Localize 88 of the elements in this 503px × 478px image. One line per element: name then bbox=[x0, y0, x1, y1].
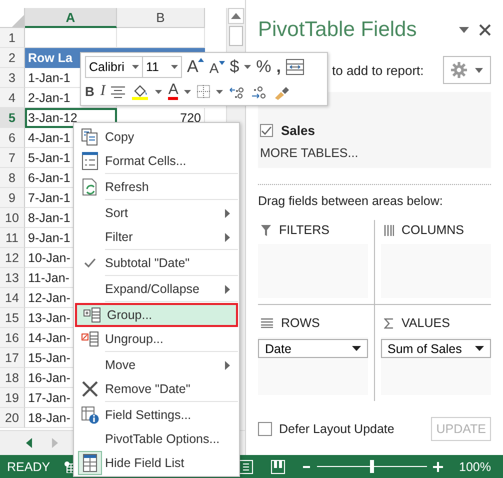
row-number[interactable]: 11 bbox=[0, 228, 25, 248]
row-number[interactable]: 6 bbox=[0, 128, 25, 148]
columns-icon bbox=[384, 224, 394, 236]
area-title: COLUMNS bbox=[402, 223, 464, 237]
drop-area[interactable]: Sum of Sales bbox=[380, 337, 491, 395]
row-number[interactable]: 4 bbox=[0, 88, 25, 108]
remove-icon bbox=[82, 381, 98, 397]
field-checkbox[interactable] bbox=[260, 124, 273, 137]
row-number[interactable]: 1 bbox=[0, 28, 25, 48]
font-color-caret-icon[interactable] bbox=[184, 90, 192, 94]
row-number[interactable]: 13 bbox=[0, 268, 25, 288]
font-color-button[interactable]: A bbox=[168, 83, 178, 100]
borders-caret-icon[interactable] bbox=[216, 90, 224, 94]
defer-checkbox[interactable] bbox=[258, 422, 272, 436]
gear-icon bbox=[451, 62, 467, 78]
fill-color-icon[interactable] bbox=[131, 84, 150, 100]
drop-area[interactable]: Date bbox=[258, 337, 368, 395]
close-icon[interactable] bbox=[479, 24, 491, 36]
previous-sheet-icon[interactable] bbox=[26, 438, 32, 448]
currency-button[interactable]: $ bbox=[230, 56, 240, 76]
row-number[interactable]: 19 bbox=[0, 388, 25, 408]
group-icon bbox=[83, 307, 101, 323]
shrink-font-button[interactable]: A bbox=[209, 60, 225, 76]
menu-item[interactable]: PivotTable Options... bbox=[75, 427, 238, 451]
defer-label[interactable]: Defer Layout Update bbox=[279, 422, 424, 436]
caret-icon bbox=[352, 346, 360, 351]
menu-item[interactable]: Group... bbox=[75, 303, 238, 327]
down-arrow-icon bbox=[218, 61, 225, 65]
font-size-dropdown[interactable]: 11 bbox=[142, 56, 182, 78]
up-arrow-icon bbox=[198, 58, 204, 62]
zoom-slider-thumb[interactable] bbox=[370, 460, 374, 473]
caret-icon bbox=[475, 68, 483, 72]
row-number[interactable]: 10 bbox=[0, 208, 25, 228]
row-number[interactable]: 3 bbox=[0, 68, 25, 88]
drag-hint: Drag fields between areas below: bbox=[258, 194, 444, 208]
area-title: FILTERS bbox=[279, 223, 330, 237]
area-title: VALUES bbox=[402, 316, 450, 330]
scroll-up-icon[interactable] bbox=[231, 13, 242, 19]
sigma-icon bbox=[384, 318, 394, 328]
row-number[interactable]: 8 bbox=[0, 168, 25, 188]
percent-button[interactable]: % bbox=[256, 56, 272, 76]
caret-icon bbox=[171, 64, 178, 68]
wrap-text-icon[interactable] bbox=[286, 58, 304, 74]
caret-icon bbox=[475, 346, 484, 351]
caret-icon bbox=[132, 64, 139, 68]
field-label[interactable]: Sales bbox=[281, 123, 315, 138]
area-field-dropdown[interactable]: Sum of Sales bbox=[380, 339, 491, 358]
status-mode: READY bbox=[7, 460, 50, 474]
row-number[interactable]: 20 bbox=[0, 408, 25, 428]
font-name-dropdown[interactable]: Calibri bbox=[85, 56, 143, 78]
comma-button[interactable]: , bbox=[276, 56, 282, 76]
row-number[interactable]: 16 bbox=[0, 328, 25, 348]
choose-fields-label: to add to report: bbox=[332, 62, 424, 78]
ungroup-icon bbox=[81, 331, 99, 347]
zoom-level[interactable]: 100% bbox=[459, 460, 491, 474]
row-number[interactable]: 17 bbox=[0, 348, 25, 368]
refresh-icon bbox=[82, 178, 98, 196]
increase-decimal-icon[interactable] bbox=[229, 84, 246, 98]
column-header[interactable]: B bbox=[117, 8, 205, 28]
row-number[interactable]: 2 bbox=[0, 48, 25, 68]
copy-icon bbox=[81, 128, 99, 146]
borders-icon[interactable] bbox=[197, 85, 210, 98]
row-number[interactable]: 9 bbox=[0, 188, 25, 208]
pane-options-caret-icon[interactable] bbox=[459, 27, 469, 33]
rows-icon bbox=[261, 318, 273, 328]
area-title: ROWS bbox=[281, 316, 320, 330]
filter-icon bbox=[261, 224, 271, 236]
row-number[interactable]: 7 bbox=[0, 148, 25, 168]
row-number[interactable]: 15 bbox=[0, 308, 25, 328]
align-center-icon[interactable] bbox=[111, 86, 126, 98]
fill-caret-icon[interactable] bbox=[155, 90, 162, 94]
row-number[interactable]: 18 bbox=[0, 368, 25, 388]
format-cells-icon bbox=[82, 152, 98, 170]
menu-item[interactable]: Hide Field List bbox=[75, 451, 238, 475]
pane-title: PivotTable Fields bbox=[258, 18, 418, 42]
row-number[interactable]: 14 bbox=[0, 288, 25, 308]
row-number[interactable]: 5 bbox=[0, 108, 25, 128]
page-layout-icon[interactable] bbox=[271, 460, 286, 474]
row-number[interactable]: 12 bbox=[0, 248, 25, 268]
zoom-in-icon[interactable] bbox=[433, 462, 444, 472]
field-settings-icon bbox=[81, 406, 99, 424]
scroll-thumb[interactable] bbox=[229, 26, 244, 46]
column-header[interactable]: A bbox=[25, 8, 117, 28]
currency-caret-icon[interactable] bbox=[244, 64, 252, 68]
decrease-decimal-icon[interactable] bbox=[251, 84, 268, 98]
more-tables-link[interactable]: MORE TABLES... bbox=[260, 146, 491, 160]
area-field-dropdown[interactable]: Date bbox=[258, 339, 368, 358]
layout-settings-button[interactable] bbox=[443, 56, 491, 84]
